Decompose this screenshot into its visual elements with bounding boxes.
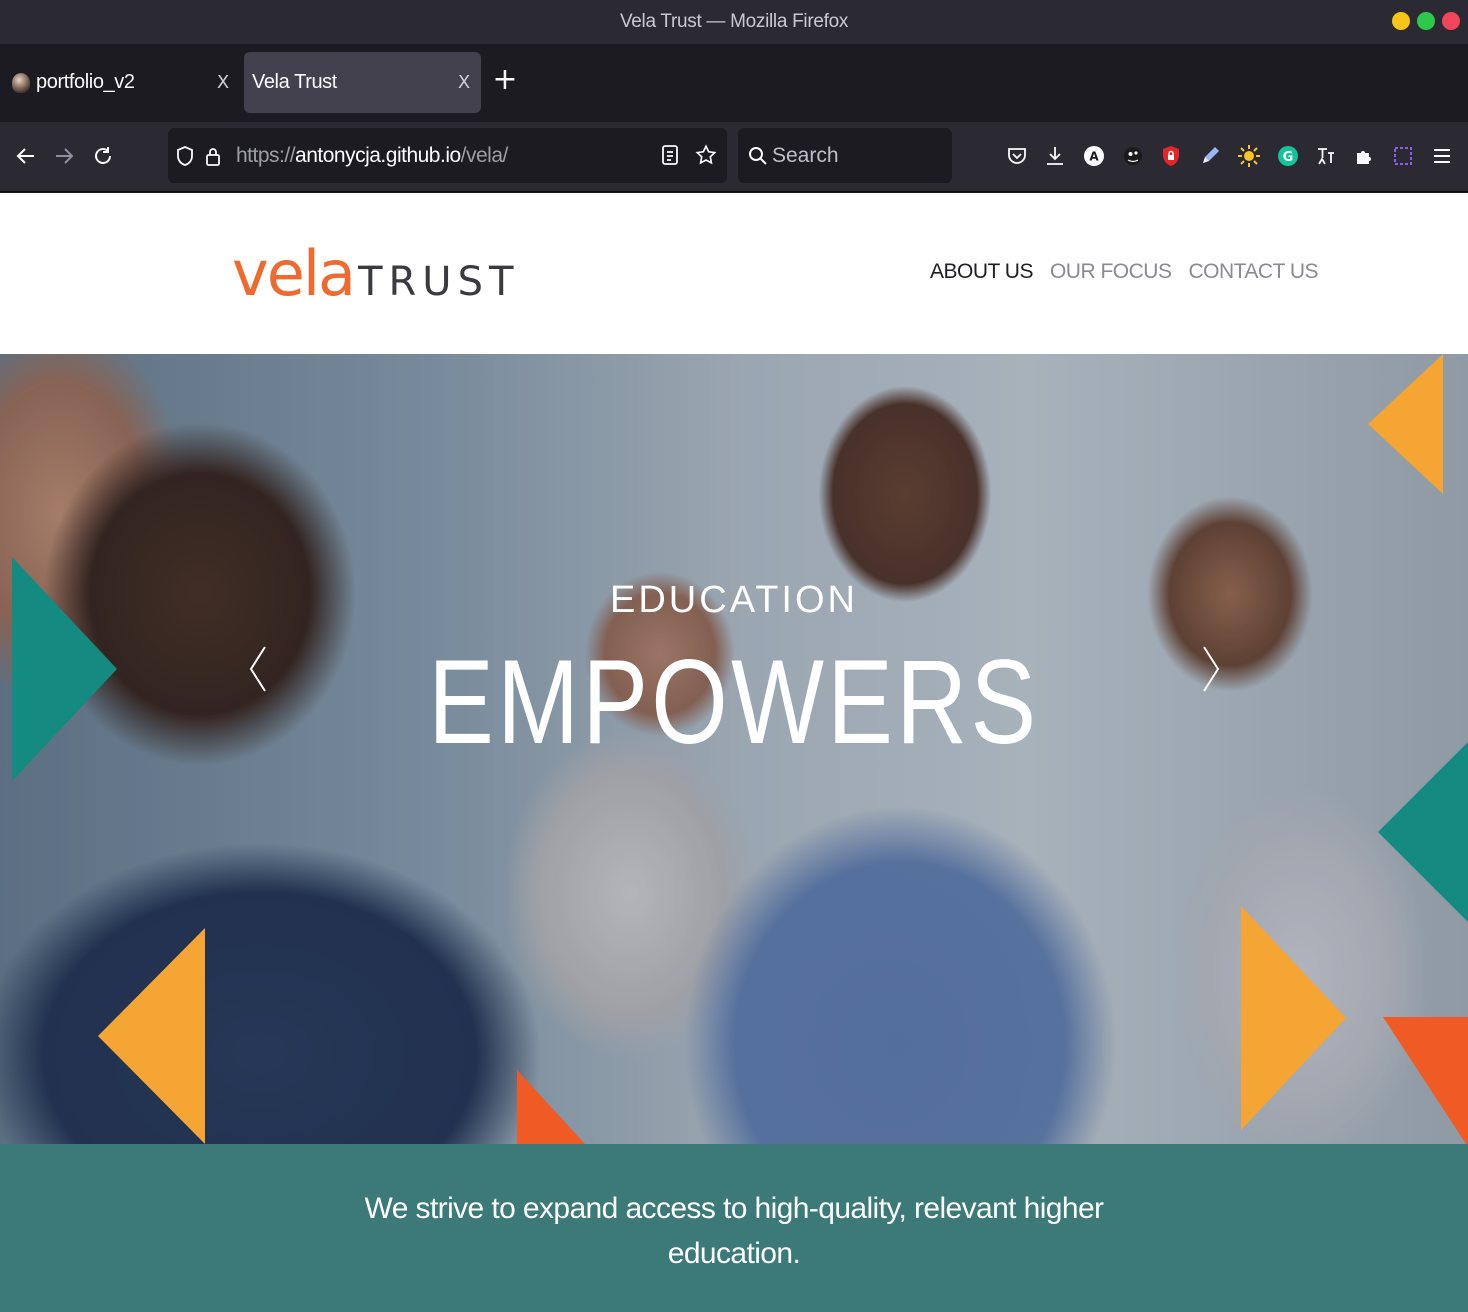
vela-trust-logo[interactable]: vela TRUST [232, 237, 519, 310]
orange-triangle-bottom-right [1241, 906, 1346, 1130]
maximize-button[interactable] [1417, 12, 1435, 30]
forward-button[interactable] [50, 142, 78, 170]
menu-icon[interactable] [1429, 143, 1455, 169]
site-header: vela TRUST ABOUT US OUR FOCUS CONTACT US [0, 193, 1468, 354]
mission-statement: We strive to expand access to high-quali… [364, 1192, 1105, 1270]
navigation-toolbar: https://antonycja.github.io/vela/ A G [0, 122, 1468, 192]
lock-icon[interactable] [202, 144, 224, 168]
close-window-button[interactable] [1442, 12, 1460, 30]
svg-text:G: G [1283, 150, 1294, 165]
pen-icon[interactable] [1197, 143, 1223, 169]
tracking-shield-icon[interactable] [174, 144, 196, 168]
pocket-icon[interactable] [1004, 143, 1030, 169]
hero-subtitle: EDUCATION [610, 579, 858, 621]
logo-vela: vela [232, 237, 356, 310]
grammarly-icon[interactable]: G [1275, 143, 1301, 169]
search-input[interactable] [772, 143, 942, 168]
window-titlebar: Vela Trust — Mozilla Firefox [0, 0, 1468, 44]
tab-close-icon[interactable]: X [206, 72, 240, 93]
url-bar[interactable]: https://antonycja.github.io/vela/ [168, 128, 727, 183]
portfolio-favicon-icon [12, 72, 30, 93]
translate-icon[interactable] [1313, 143, 1339, 169]
minimize-button[interactable] [1392, 12, 1410, 30]
extension-a-icon[interactable]: A [1081, 143, 1107, 169]
dark-reader-icon[interactable] [1236, 143, 1262, 169]
download-icon[interactable] [1042, 143, 1068, 169]
back-button[interactable] [12, 142, 40, 170]
screenshot-icon[interactable] [1390, 143, 1416, 169]
password-lock-icon[interactable] [1158, 143, 1184, 169]
url-host: antonycja.github.io [295, 143, 461, 167]
orange-red-triangle-bottom-center [517, 1070, 585, 1144]
reload-icon [95, 147, 111, 164]
tab-close-icon[interactable]: X [447, 72, 481, 93]
nav-about-us[interactable]: ABOUT US [930, 260, 1033, 284]
svg-text:A: A [1089, 150, 1099, 164]
url-path: /vela/ [460, 143, 509, 167]
url-scheme: https:// [236, 143, 296, 167]
nav-contact-us[interactable]: CONTACT US [1188, 260, 1318, 284]
window-title: Vela Trust — Mozilla Firefox [619, 11, 849, 32]
tab-vela-trust[interactable]: Vela Trust X [244, 52, 481, 113]
tab-label: portfolio_v2 [36, 71, 135, 93]
mission-band: We strive to expand access to high-quali… [0, 1144, 1468, 1312]
orange-red-triangle-bottom-right [1383, 1017, 1468, 1144]
teal-triangle-right [1378, 742, 1468, 922]
nav-our-focus[interactable]: OUR FOCUS [1050, 260, 1172, 284]
orange-triangle-top-right [1368, 354, 1443, 494]
new-tab-button[interactable]: + [490, 65, 520, 96]
tab-strip: portfolio_v2 X Vela Trust X + [0, 44, 1468, 122]
hero-carousel: EDUCATION EMPOWERS [0, 354, 1468, 1144]
tab-label: Vela Trust [252, 71, 337, 93]
search-icon [749, 146, 767, 165]
github-extension-icon[interactable] [1120, 143, 1146, 169]
url-text[interactable]: https://antonycja.github.io/vela/ [236, 144, 508, 168]
reader-view-icon[interactable] [657, 142, 683, 168]
main-nav: ABOUT US OUR FOCUS CONTACT US [930, 260, 1319, 284]
tab-portfolio[interactable]: portfolio_v2 X [2, 52, 240, 113]
back-arrow-icon [16, 148, 34, 164]
extensions-puzzle-icon[interactable] [1352, 143, 1378, 169]
forward-arrow-icon [56, 148, 74, 164]
orange-triangle-bottom-left [98, 928, 205, 1144]
reload-button[interactable] [89, 142, 117, 170]
logo-trust: TRUST [358, 259, 520, 305]
web-page: vela TRUST ABOUT US OUR FOCUS CONTACT US… [0, 193, 1468, 1312]
bookmark-star-icon[interactable] [693, 142, 719, 168]
search-bar[interactable] [738, 128, 952, 183]
hero-title: EMPOWERS [428, 635, 1040, 769]
